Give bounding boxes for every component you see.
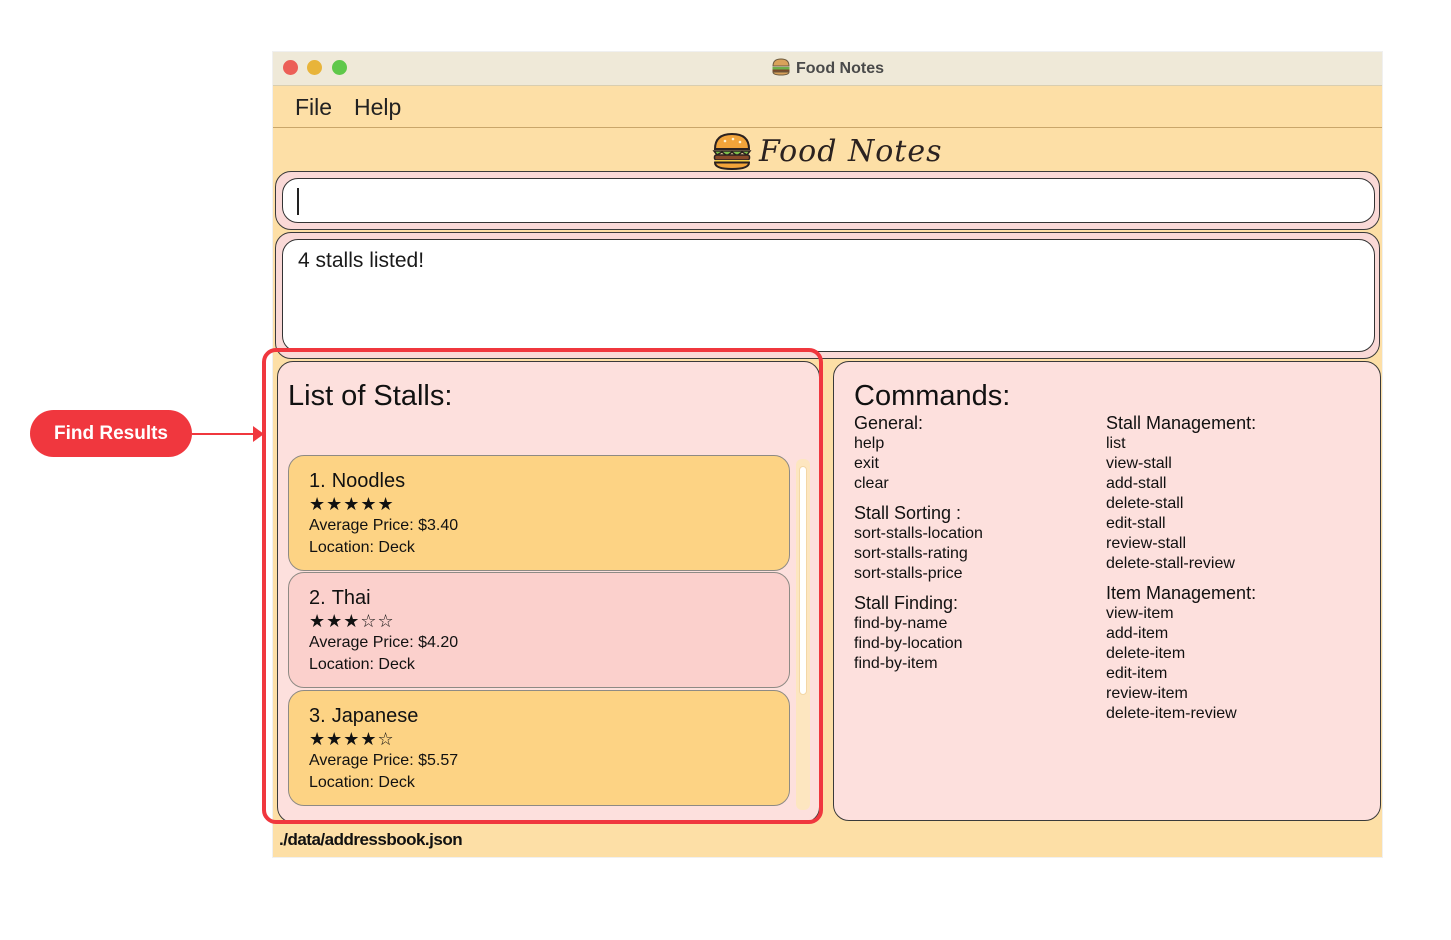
text-caret bbox=[297, 188, 299, 215]
finding-heading: Stall Finding: bbox=[854, 593, 959, 613]
command-entry: clear bbox=[854, 475, 889, 492]
command-entry: add-stall bbox=[1106, 475, 1167, 492]
command-entry: exit bbox=[854, 455, 879, 472]
result-display-container: 4 stalls listed! bbox=[275, 232, 1380, 359]
item-management-commands: Item Management: view-item add-item dele… bbox=[1106, 582, 1356, 724]
command-entry: sort-stalls-rating bbox=[854, 545, 968, 562]
command-entry: review-stall bbox=[1106, 535, 1187, 552]
command-entry: sort-stalls-price bbox=[854, 565, 963, 582]
burger-icon bbox=[772, 58, 790, 76]
command-box-container bbox=[275, 171, 1380, 230]
command-entry: list bbox=[1106, 435, 1126, 452]
commands-panel: Commands: General: help exit clear Stall… bbox=[833, 361, 1381, 821]
window-title: Food Notes bbox=[273, 58, 1382, 78]
command-entry: edit-stall bbox=[1106, 515, 1166, 532]
commands-title: Commands: bbox=[854, 380, 1011, 412]
menu-bar: File Help bbox=[273, 87, 1382, 128]
app-logo: Food Notes bbox=[273, 129, 1382, 173]
result-display: 4 stalls listed! bbox=[282, 239, 1375, 352]
general-commands: General: help exit clear bbox=[854, 412, 1104, 494]
command-entry: sort-stalls-location bbox=[854, 525, 983, 542]
sorting-commands: Stall Sorting : sort-stalls-location sor… bbox=[854, 502, 1104, 584]
title-bar: Food Notes bbox=[273, 52, 1382, 86]
window-title-text: Food Notes bbox=[796, 60, 884, 77]
command-input[interactable] bbox=[282, 178, 1375, 223]
command-entry: delete-stall bbox=[1106, 495, 1184, 512]
command-entry: delete-item-review bbox=[1106, 705, 1237, 722]
command-entry: view-item bbox=[1106, 605, 1174, 622]
command-entry: delete-stall-review bbox=[1106, 555, 1235, 572]
sorting-heading: Stall Sorting : bbox=[854, 503, 962, 523]
logo-text: Food Notes bbox=[758, 133, 943, 169]
commands-column-left: General: help exit clear Stall Sorting :… bbox=[854, 412, 1104, 682]
command-entry: help bbox=[854, 435, 885, 452]
logo-group: Food Notes bbox=[712, 131, 942, 171]
finding-commands: Stall Finding: find-by-name find-by-loca… bbox=[854, 592, 1104, 674]
menu-help[interactable]: Help bbox=[354, 94, 401, 121]
stall-management-heading: Stall Management: bbox=[1106, 413, 1257, 433]
status-bar-path: ./data/addressbook.json bbox=[279, 830, 463, 849]
command-entry: add-item bbox=[1106, 625, 1169, 642]
general-heading: General: bbox=[854, 413, 924, 433]
command-entry: find-by-item bbox=[854, 655, 938, 672]
item-management-heading: Item Management: bbox=[1106, 583, 1257, 603]
annotation-arrow-line bbox=[192, 433, 262, 435]
menu-file[interactable]: File bbox=[295, 94, 332, 121]
annotation-callout: Find Results bbox=[30, 410, 192, 457]
command-entry: find-by-name bbox=[854, 615, 948, 632]
annotation-highlight-box bbox=[262, 348, 823, 824]
command-entry: delete-item bbox=[1106, 645, 1186, 662]
commands-column-right: Stall Management: list view-stall add-st… bbox=[1106, 412, 1356, 732]
command-entry: review-item bbox=[1106, 685, 1188, 702]
burger-logo-icon bbox=[712, 132, 752, 171]
command-entry: view-stall bbox=[1106, 455, 1172, 472]
stall-management-commands: Stall Management: list view-stall add-st… bbox=[1106, 412, 1356, 574]
command-entry: find-by-location bbox=[854, 635, 963, 652]
command-entry: edit-item bbox=[1106, 665, 1168, 682]
annotation-arrow-icon bbox=[253, 426, 264, 442]
